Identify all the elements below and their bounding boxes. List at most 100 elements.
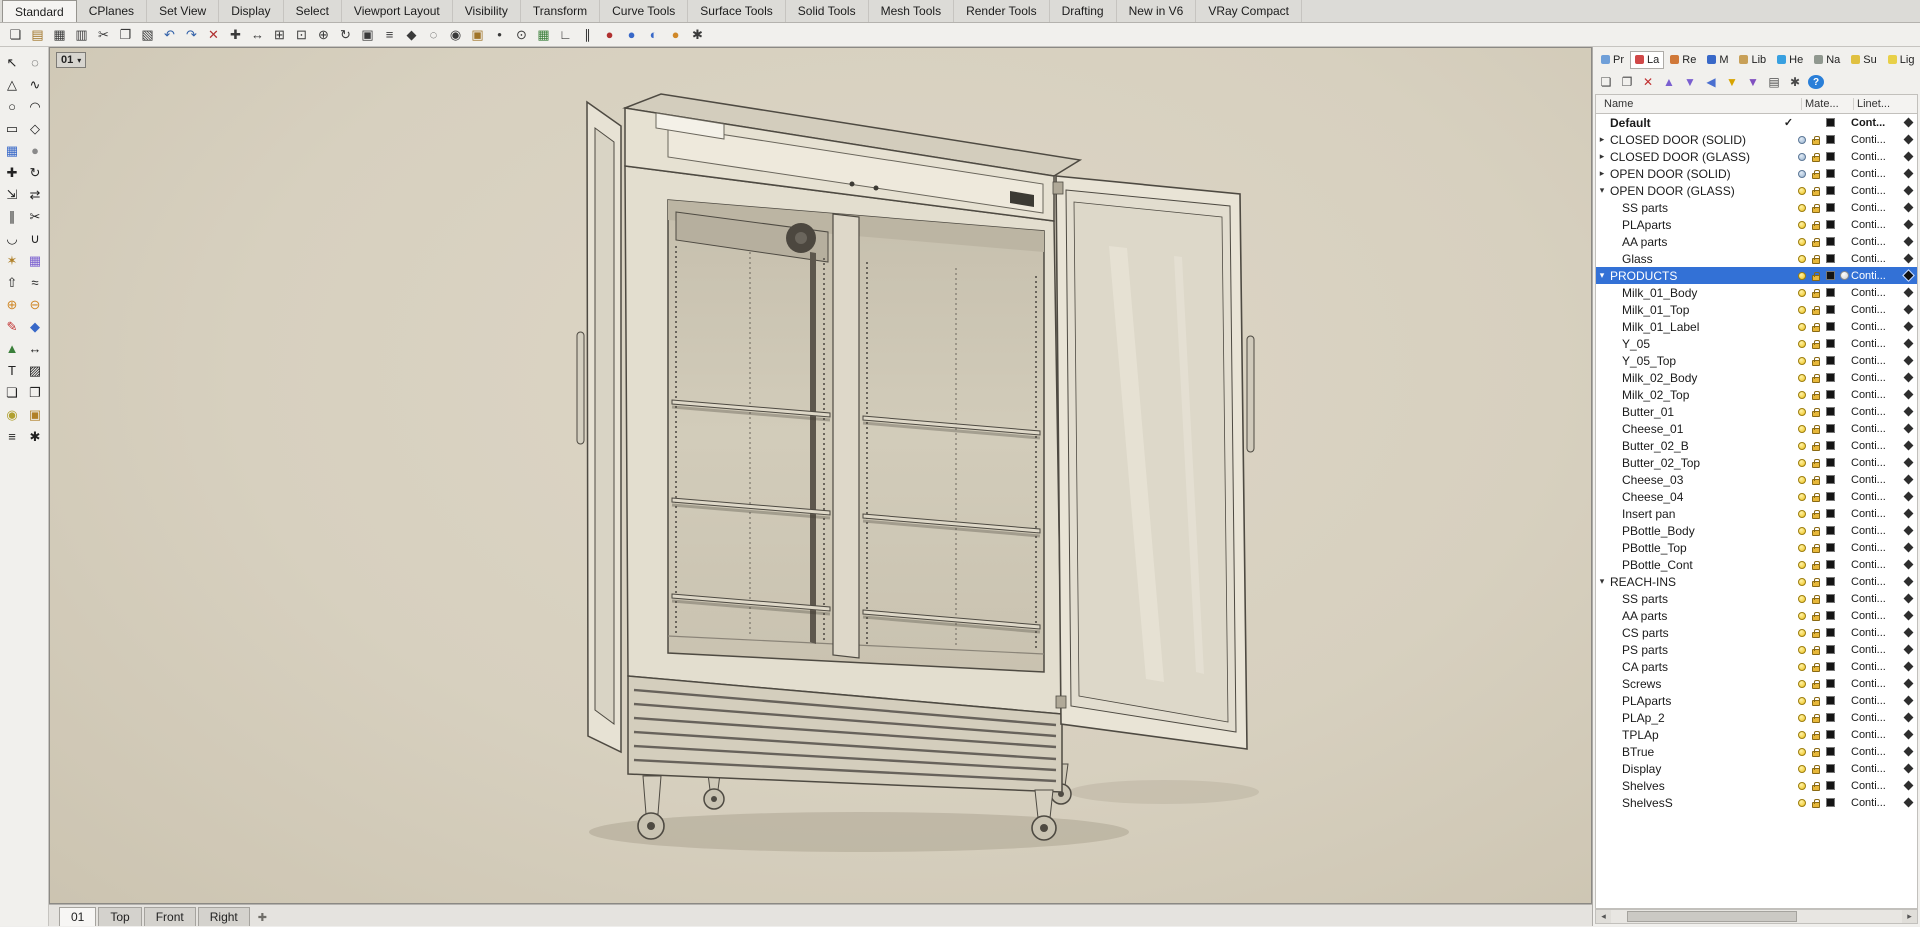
layer-color-swatch[interactable]: [1825, 322, 1835, 331]
vray-render-icon[interactable]: ●: [665, 25, 686, 45]
layer-row-y-05[interactable]: Y_05 Conti...: [1596, 335, 1917, 352]
layer-visibility-bulb-icon[interactable]: [1798, 424, 1806, 433]
layer-color-swatch[interactable]: [1825, 560, 1835, 569]
layer-linetype[interactable]: Conti...: [1851, 474, 1901, 486]
layer-linetype[interactable]: Conti...: [1851, 525, 1901, 537]
ortho-icon[interactable]: ∟: [555, 25, 576, 45]
hatch-icon[interactable]: ▨: [25, 360, 46, 381]
layer-lock-icon[interactable]: [1812, 288, 1820, 298]
layer-color-swatch[interactable]: [1825, 747, 1835, 756]
layer-linetype[interactable]: Conti...: [1851, 355, 1901, 367]
layer-linetype[interactable]: Conti...: [1851, 559, 1901, 571]
layer-color-swatch[interactable]: [1825, 152, 1835, 161]
surface-from-curves-icon[interactable]: ◆: [25, 316, 46, 337]
layer-print-color-icon[interactable]: [1903, 491, 1913, 502]
layer-color-swatch[interactable]: [1825, 373, 1835, 382]
array-icon[interactable]: ▦: [25, 250, 46, 271]
layer-visibility-bulb-icon[interactable]: [1798, 611, 1806, 620]
menu-tab-surface-tools[interactable]: Surface Tools: [688, 0, 786, 22]
layer-visibility-bulb-icon[interactable]: [1798, 135, 1806, 144]
layer-lock-icon[interactable]: [1812, 424, 1820, 434]
layer-visibility-bulb-icon[interactable]: [1798, 203, 1806, 212]
layer-row-plaparts[interactable]: PLAparts Conti...: [1596, 692, 1917, 709]
pan-icon[interactable]: ↔: [247, 25, 268, 45]
layer-linetype[interactable]: Conti...: [1851, 134, 1901, 146]
offset-icon[interactable]: ∥: [2, 206, 23, 227]
layer-expand-arrow-icon[interactable]: ▸: [1596, 151, 1608, 162]
layer-linetype[interactable]: Conti...: [1851, 491, 1901, 503]
layer-material-icon[interactable]: [1839, 271, 1849, 280]
panel-tab-named-views[interactable]: Na: [1809, 51, 1845, 69]
layer-print-color-icon[interactable]: [1903, 304, 1913, 315]
layer-linetype[interactable]: Conti...: [1851, 406, 1901, 418]
layers-icon[interactable]: ≡: [379, 25, 400, 45]
layer-lock-icon[interactable]: [1812, 509, 1820, 519]
layer-lock-icon[interactable]: [1812, 798, 1820, 808]
menu-tab-solid-tools[interactable]: Solid Tools: [786, 0, 869, 22]
boolean-difference-icon[interactable]: ⊖: [25, 294, 46, 315]
zoom-window-icon[interactable]: ⊡: [291, 25, 312, 45]
layer-color-swatch[interactable]: [1825, 458, 1835, 467]
layer-color-swatch[interactable]: [1825, 390, 1835, 399]
panel-tab-libraries[interactable]: Lib: [1734, 51, 1771, 69]
layer-row-closed-door-solid[interactable]: ▸ CLOSED DOOR (SOLID) Conti...: [1596, 131, 1917, 148]
layer-linetype[interactable]: Conti...: [1851, 695, 1901, 707]
layer-color-swatch[interactable]: [1825, 611, 1835, 620]
layer-color-swatch[interactable]: [1825, 441, 1835, 450]
layer-print-color-icon[interactable]: [1903, 202, 1913, 213]
layer-visibility-bulb-icon[interactable]: [1798, 560, 1806, 569]
move-icon[interactable]: ✚: [2, 162, 23, 183]
layer-row-pbottle-top[interactable]: PBottle_Top Conti...: [1596, 539, 1917, 556]
menu-tab-new-in-v6[interactable]: New in V6: [1117, 0, 1197, 22]
group-icon[interactable]: ❐: [25, 382, 46, 403]
layer-lock-icon[interactable]: [1812, 747, 1820, 757]
layer-print-color-icon[interactable]: [1903, 287, 1913, 298]
layer-print-color-icon[interactable]: [1903, 372, 1913, 383]
layer-print-color-icon[interactable]: [1903, 117, 1913, 128]
layer-lock-icon[interactable]: [1812, 271, 1820, 281]
layer-linetype[interactable]: Conti...: [1851, 729, 1901, 741]
layer-color-swatch[interactable]: [1825, 237, 1835, 246]
layer-row-shelves[interactable]: Shelves Conti...: [1596, 777, 1917, 794]
undo-icon[interactable]: ↶: [159, 25, 180, 45]
menu-tab-display[interactable]: Display: [219, 0, 284, 22]
layer-row-milk-02-top[interactable]: Milk_02_Top Conti...: [1596, 386, 1917, 403]
select-arrow-icon[interactable]: ↖: [2, 52, 23, 73]
visibility-icon[interactable]: ◉: [2, 404, 23, 425]
layer-print-color-icon[interactable]: [1903, 610, 1913, 621]
layer-row-insert-pan[interactable]: Insert pan Conti...: [1596, 505, 1917, 522]
grid-snap-icon[interactable]: ▦: [533, 25, 554, 45]
layer-lock-icon[interactable]: [1812, 458, 1820, 468]
layer-linetype[interactable]: Conti...: [1851, 678, 1901, 690]
layer-lock-icon[interactable]: [1812, 560, 1820, 570]
points-on-icon[interactable]: •: [489, 25, 510, 45]
layer-print-color-icon[interactable]: [1903, 746, 1913, 757]
layer-color-swatch[interactable]: [1825, 424, 1835, 433]
move-layer-up-icon[interactable]: ▲: [1661, 74, 1677, 90]
layer-visibility-bulb-icon[interactable]: [1798, 254, 1806, 263]
layer-print-color-icon[interactable]: [1903, 780, 1913, 791]
show-objects-icon[interactable]: ◉: [445, 25, 466, 45]
layer-color-swatch[interactable]: [1825, 764, 1835, 773]
layer-visibility-bulb-icon[interactable]: [1798, 152, 1806, 161]
layer-row-btrue[interactable]: BTrue Conti...: [1596, 743, 1917, 760]
hide-objects-icon[interactable]: ◌: [423, 25, 444, 45]
scrollbar-thumb[interactable]: [1627, 911, 1797, 922]
delete-icon[interactable]: ✕: [203, 25, 224, 45]
render-icon[interactable]: ●: [621, 25, 642, 45]
layer-print-color-icon[interactable]: [1903, 712, 1913, 723]
layer-visibility-bulb-icon[interactable]: [1798, 798, 1806, 807]
layer-visibility-bulb-icon[interactable]: [1798, 390, 1806, 399]
cut-icon[interactable]: ✂: [93, 25, 114, 45]
layer-lock-icon[interactable]: [1812, 577, 1820, 587]
layer-lock-icon[interactable]: [1812, 543, 1820, 553]
mirror-icon[interactable]: ⇄: [25, 184, 46, 205]
rectangle-icon[interactable]: ▭: [2, 118, 23, 139]
scroll-left-arrow-icon[interactable]: ◂: [1596, 910, 1611, 923]
layer-visibility-bulb-icon[interactable]: [1798, 288, 1806, 297]
layer-linetype[interactable]: Conti...: [1851, 661, 1901, 673]
layer-color-swatch[interactable]: [1825, 543, 1835, 552]
print-icon[interactable]: ▥: [71, 25, 92, 45]
layer-color-swatch[interactable]: [1825, 798, 1835, 807]
layer-color-swatch[interactable]: [1825, 679, 1835, 688]
